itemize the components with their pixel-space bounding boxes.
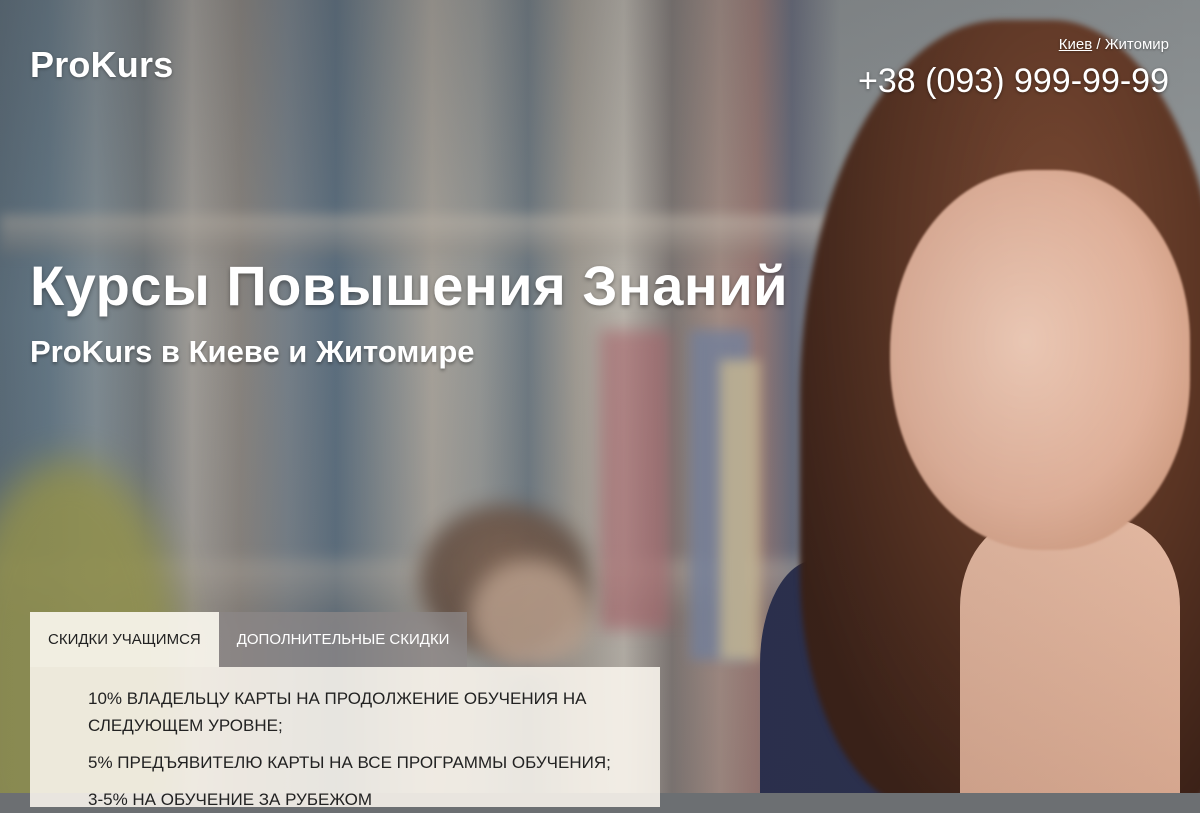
hero-title: Курсы Повышения Знаний	[30, 254, 789, 317]
city-separator: /	[1092, 36, 1105, 53]
list-item: 10% ВЛАДЕЛЬЦУ КАРТЫ НА ПРОДОЛЖЕНИЕ ОБУЧЕ…	[88, 689, 587, 735]
city-link-kiev[interactable]: Киев	[1059, 36, 1092, 53]
discounts-list: 10% ВЛАДЕЛЬЦУ КАРТЫ НА ПРОДОЛЖЕНИЕ ОБУЧЕ…	[30, 667, 660, 813]
discount-tabs: СКИДКИ УЧАЩИМСЯ ДОПОЛНИТЕЛЬНЫЕ СКИДКИ	[30, 612, 468, 667]
phone-number[interactable]: +38 (093) 999-99-99	[858, 62, 1169, 101]
list-item: 5% ПРЕДЪЯВИТЕЛЮ КАРТЫ НА ВСЕ ПРОГРАММЫ О…	[88, 753, 611, 772]
site-logo[interactable]: ProKurs	[30, 44, 173, 86]
tab-additional-discounts[interactable]: ДОПОЛНИТЕЛЬНЫЕ СКИДКИ	[218, 612, 468, 667]
city-selector: Киев / Житомир	[1059, 36, 1169, 53]
city-zhitomir[interactable]: Житомир	[1105, 36, 1169, 53]
tab-student-discounts[interactable]: СКИДКИ УЧАЩИМСЯ	[30, 612, 219, 667]
discounts-panel: 10% ВЛАДЕЛЬЦУ КАРТЫ НА ПРОДОЛЖЕНИЕ ОБУЧЕ…	[30, 667, 660, 809]
list-item: 3-5% НА ОБУЧЕНИЕ ЗА РУБЕЖОМ	[88, 790, 373, 809]
hero-subtitle: ProKurs в Киеве и Житомире	[30, 334, 475, 369]
